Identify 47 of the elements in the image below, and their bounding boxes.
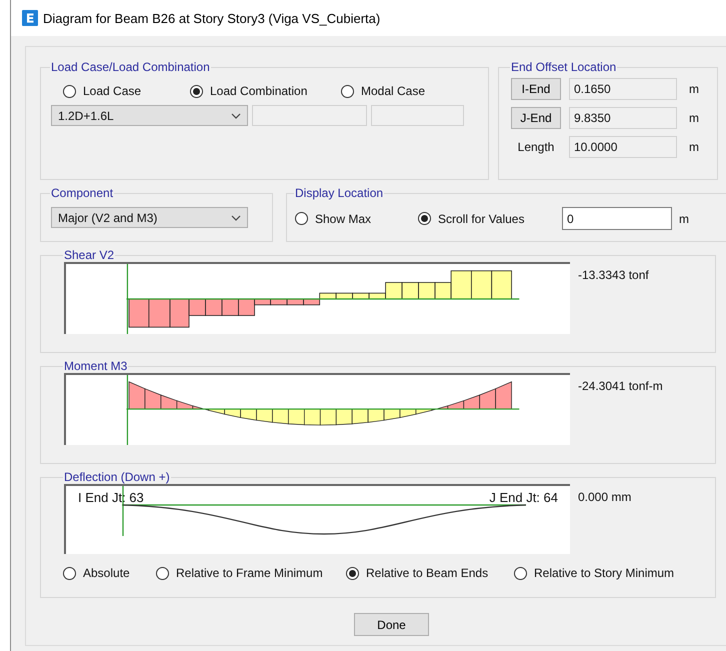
deflection-reading: 0.000 mm <box>578 490 632 504</box>
radio-label: Scroll for Values <box>438 212 524 226</box>
group-title: Moment M3 <box>63 359 128 373</box>
group-title: End Offset Location <box>510 60 618 74</box>
offset-field[interactable]: 9.8350 <box>569 107 677 129</box>
radio-button[interactable] <box>341 84 354 98</box>
unit-label: m <box>679 212 689 226</box>
radio-label: Load Case <box>83 84 142 98</box>
radio-button[interactable] <box>295 212 308 225</box>
unit-label: m <box>689 82 699 96</box>
unit-label: m <box>689 111 699 125</box>
end-button[interactable]: J-End <box>511 107 561 129</box>
radio-button[interactable] <box>418 212 431 225</box>
group-title: Deflection (Down +) <box>63 470 171 484</box>
unit-label: m <box>689 140 699 154</box>
radio-button[interactable] <box>190 84 203 98</box>
radio-label: Modal Case <box>361 84 426 98</box>
radio-label: Absolute <box>83 566 130 580</box>
end-button[interactable]: I-End <box>511 78 561 100</box>
radio-label: Load Combination <box>210 84 308 98</box>
joint-label: J End Jt: 64 <box>489 490 558 505</box>
radio-button[interactable] <box>63 566 76 580</box>
field-label: Length <box>516 140 556 154</box>
shear-reading: -13.3343 tonf <box>578 268 649 282</box>
radio-button[interactable] <box>63 84 76 98</box>
caret-icon <box>231 214 241 220</box>
moment-reading: -24.3041 tonf-m <box>578 379 663 393</box>
group-title: Load Case/Load Combination <box>50 60 211 74</box>
radio-button[interactable] <box>156 566 169 580</box>
offset-field[interactable]: 0.1650 <box>569 78 677 100</box>
component-dropdown[interactable]: Major (V2 and M3) <box>51 207 248 228</box>
location-field[interactable]: 0 <box>562 207 672 230</box>
radio-button[interactable] <box>514 566 527 580</box>
radio-label: Relative to Story Minimum <box>534 566 674 580</box>
radio-button[interactable] <box>346 566 359 580</box>
radio-label: Relative to Beam Ends <box>366 566 488 580</box>
offset-field[interactable]: 10.0000 <box>569 136 677 158</box>
window-title: Diagram for Beam B26 at Story Story3 (Viga VS_Cubierta) <box>43 10 380 26</box>
app-logo-icon <box>22 10 38 26</box>
group-title: Shear V2 <box>63 248 116 262</box>
radio-label: Relative to Frame Minimum <box>176 566 323 580</box>
caret-icon <box>231 112 241 118</box>
group-title: Component <box>50 186 114 200</box>
radio-label: Show Max <box>315 212 372 226</box>
done-button[interactable]: Done <box>354 613 429 636</box>
combination-dropdown[interactable]: 1.2D+1.6L <box>51 105 248 126</box>
group-title: Display Location <box>294 186 384 200</box>
